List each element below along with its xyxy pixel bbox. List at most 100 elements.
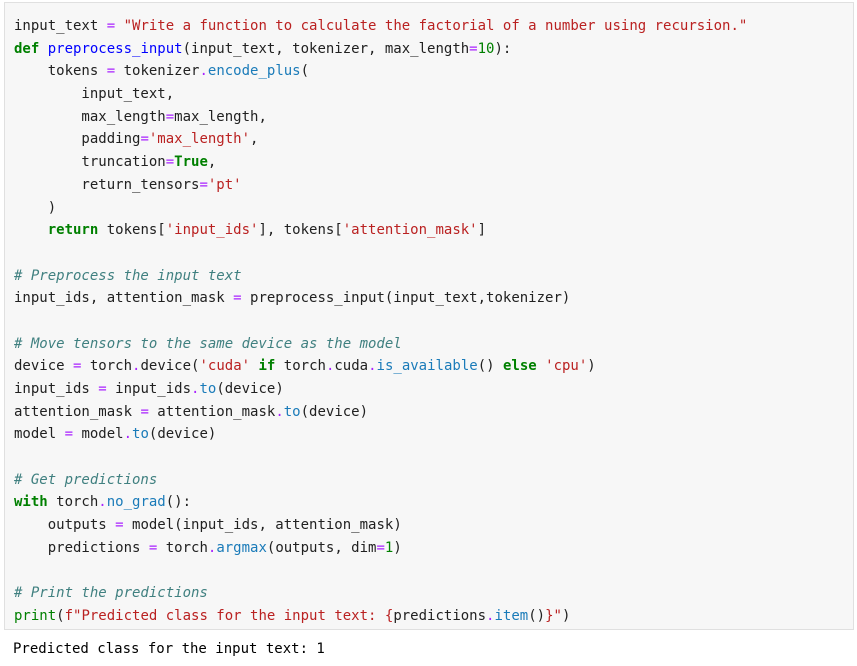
code-token: max_length,	[174, 108, 267, 125]
code-line: max_length=max_length,	[14, 106, 853, 129]
code-token: =	[140, 403, 149, 420]
code-token: (outputs, dim	[266, 539, 377, 556]
code-token: .	[199, 63, 208, 80]
cell-output: Predicted class for the input text: 1	[13, 641, 325, 657]
code-token: =	[64, 426, 74, 443]
code-token: else	[502, 358, 537, 375]
code-token: is_available	[376, 358, 478, 375]
code-token: input_ids	[14, 381, 99, 397]
code-line: print(f"Predicted class for the input te…	[14, 605, 853, 628]
code-token: preprocess_input(input_text,tokenizer)	[241, 290, 571, 307]
code-editor[interactable]: input_text = "Write a function to calcul…	[14, 15, 853, 628]
code-token: model	[14, 426, 65, 443]
code-token: predictions	[14, 539, 149, 556]
code-line: def preprocess_input(input_text, tokeniz…	[14, 38, 853, 61]
code-token: .	[123, 426, 133, 443]
code-token: f"Predicted class for the input text:	[64, 607, 385, 624]
code-token: input_ids	[106, 381, 192, 397]
code-token: cuda	[334, 358, 369, 375]
code-line: return_tensors='pt'	[14, 174, 853, 197]
code-line: # Get predictions	[14, 469, 853, 492]
code-token: "Write a function to calculate the facto…	[123, 18, 748, 34]
code-line: input_text,	[14, 83, 853, 106]
code-token: tokens[	[98, 222, 166, 239]
code-token: model(input_ids, attention_mask)	[123, 517, 402, 534]
code-line: # Print the predictions	[14, 582, 853, 605]
code-token: 10	[477, 40, 495, 57]
code-token: .	[98, 494, 107, 511]
code-line: input_ids, attention_mask = preprocess_i…	[14, 287, 853, 310]
code-token: 'max_length'	[148, 131, 251, 148]
code-token: torch	[81, 358, 133, 375]
code-line: return tokens['input_ids'], tokens['atte…	[14, 219, 853, 242]
code-token: model	[73, 426, 124, 443]
code-token: ()	[477, 358, 503, 375]
code-token: if	[258, 358, 276, 375]
code-token: # Move tensors to the same device as the…	[14, 335, 402, 352]
code-token: 'pt'	[207, 176, 242, 193]
code-token: 'cuda'	[199, 358, 251, 375]
code-token: item	[494, 607, 529, 624]
code-token: =	[233, 290, 242, 307]
code-token: tokens	[14, 63, 107, 80]
code-token: return_tensors	[14, 176, 200, 193]
code-token: =	[106, 63, 116, 80]
code-token: ()	[528, 607, 546, 624]
code-token: (input_text, tokenizer, max_length	[182, 40, 470, 57]
code-cell[interactable]: input_text = "Write a function to calcul…	[4, 2, 854, 630]
code-token: input_ids, attention_mask	[14, 290, 234, 307]
code-token: )	[561, 607, 571, 624]
code-line: # Move tensors to the same device as the…	[14, 333, 853, 356]
code-token: .	[368, 358, 377, 375]
code-token: =	[106, 18, 116, 34]
code-token: attention_mask	[148, 403, 276, 420]
code-token: max_length	[14, 108, 166, 125]
code-token: # Get predictions	[14, 471, 158, 488]
code-token: torch	[47, 494, 99, 511]
code-token: ,	[207, 154, 217, 171]
code-token: )	[14, 199, 57, 216]
code-token: ():	[165, 494, 192, 511]
code-line: outputs = model(input_ids, attention_mas…	[14, 514, 853, 537]
code-line: input_ids = input_ids.to(device)	[14, 378, 853, 401]
code-token: =	[165, 154, 175, 171]
code-token: to	[199, 381, 217, 397]
code-token: ,	[250, 131, 259, 148]
code-token: tokenizer	[115, 63, 200, 80]
code-token: encode_plus	[207, 63, 301, 80]
code-token: .	[275, 403, 284, 420]
code-line: device = torch.device('cuda' if torch.cu…	[14, 355, 853, 378]
code-token: return	[47, 222, 99, 239]
code-line: attention_mask = attention_mask.to(devic…	[14, 401, 853, 424]
code-token: device	[14, 358, 74, 375]
code-token: to	[132, 426, 149, 443]
code-line: predictions = torch.argmax(outputs, dim=…	[14, 537, 853, 560]
code-token: # Print the predictions	[14, 585, 208, 602]
code-token: outputs	[14, 517, 116, 534]
code-token: =	[469, 40, 478, 57]
code-token: torch	[157, 539, 208, 556]
code-token: =	[376, 539, 385, 556]
code-token: (device)	[300, 403, 369, 420]
code-token: }	[545, 607, 554, 624]
code-token: (	[56, 607, 65, 624]
code-token: padding	[14, 131, 141, 148]
code-token: (device)	[216, 381, 284, 397]
code-token: =	[140, 131, 149, 148]
code-token: truncation	[14, 154, 166, 171]
code-line: # Preprocess the input text	[14, 265, 853, 288]
code-token: =	[199, 176, 208, 193]
code-token: (	[300, 63, 310, 80]
code-token: 'attention_mask'	[342, 222, 478, 239]
code-token: "	[553, 607, 562, 624]
code-token: device(	[140, 358, 200, 375]
